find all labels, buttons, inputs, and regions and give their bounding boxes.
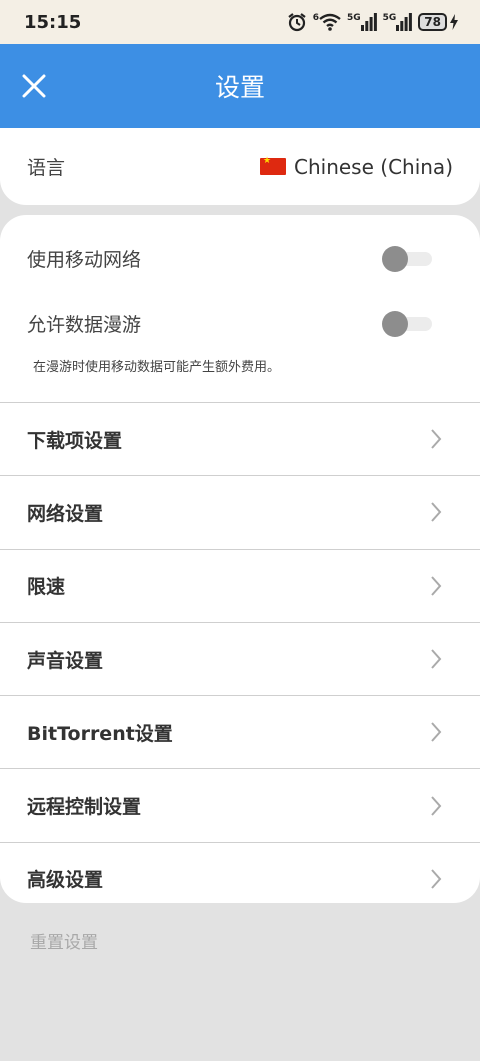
data-roaming-row[interactable]: 允许数据漫游 <box>0 291 480 356</box>
chevron-right-icon <box>431 869 442 889</box>
menu-item-label: 远程控制设置 <box>27 796 142 819</box>
alarm-icon <box>287 12 307 32</box>
menu-item-remote-control-settings[interactable]: 远程控制设置 <box>0 768 480 841</box>
app-bar: 设置 <box>0 44 480 128</box>
battery-icon: 78 <box>418 13 458 31</box>
menu-item-label: 声音设置 <box>27 649 104 672</box>
chevron-right-icon <box>431 429 442 449</box>
data-roaming-toggle[interactable] <box>382 310 432 337</box>
menu-item-download-settings[interactable]: 下载项设置 <box>0 402 480 475</box>
toggle-thumb <box>382 310 408 337</box>
signal-label: 5G <box>346 13 361 23</box>
cell-signal-icon: 5G <box>347 13 377 31</box>
wifi-icon: 6 <box>313 13 341 31</box>
menu-item-advanced-settings[interactable]: 高级设置 <box>0 841 480 903</box>
chevron-right-icon <box>431 722 442 742</box>
menu-item-label: BitTorrent设置 <box>27 722 173 745</box>
menu-item-label: 高级设置 <box>27 869 104 892</box>
reset-settings-button[interactable]: 重置设置 <box>30 928 98 953</box>
close-button[interactable] <box>14 66 54 106</box>
menu-item-sound-settings[interactable]: 声音设置 <box>0 621 480 695</box>
page-title: 设置 <box>214 73 265 102</box>
battery-level: 78 <box>418 13 447 31</box>
mobile-network-toggle[interactable] <box>382 245 432 272</box>
mobile-network-label: 使用移动网络 <box>27 249 142 271</box>
menu-item-label: 下载项设置 <box>27 429 123 452</box>
chevron-right-icon <box>431 502 442 523</box>
settings-card: 使用移动网络 允许数据漫游 在漫游时使用移动数据可能产生额外费用。 下载项设置 … <box>0 215 480 903</box>
close-icon <box>22 74 46 98</box>
chevron-right-icon <box>431 649 442 669</box>
status-bar: 15:15 6 5G 5G 78 <box>0 0 480 44</box>
mobile-network-row[interactable]: 使用移动网络 <box>0 226 480 291</box>
language-label: 语言 <box>27 157 66 179</box>
chevron-right-icon <box>431 795 442 816</box>
toggle-thumb <box>382 245 408 272</box>
status-icons: 6 5G 5G 78 <box>287 12 458 32</box>
china-flag-icon <box>260 156 286 175</box>
menu-item-speed-limit[interactable]: 限速 <box>0 548 480 622</box>
language-value: Chinese (China) <box>260 155 453 179</box>
language-value-text: Chinese (China) <box>294 154 453 179</box>
language-setting[interactable]: 语言 Chinese (China) <box>0 128 480 205</box>
chevron-right-icon <box>431 576 442 596</box>
data-roaming-label: 允许数据漫游 <box>27 314 142 336</box>
menu-item-bittorrent-settings[interactable]: BitTorrent设置 <box>0 695 480 768</box>
menu-item-label: 网络设置 <box>27 502 104 525</box>
menu-item-network-settings[interactable]: 网络设置 <box>0 475 480 548</box>
status-time: 15:15 <box>24 11 82 33</box>
menu-item-label: 限速 <box>27 576 66 599</box>
cell-signal-icon: 5G <box>383 13 413 31</box>
roaming-note: 在漫游时使用移动数据可能产生额外费用。 <box>33 360 281 375</box>
charging-icon <box>450 14 458 30</box>
signal-label: 5G <box>382 13 397 23</box>
